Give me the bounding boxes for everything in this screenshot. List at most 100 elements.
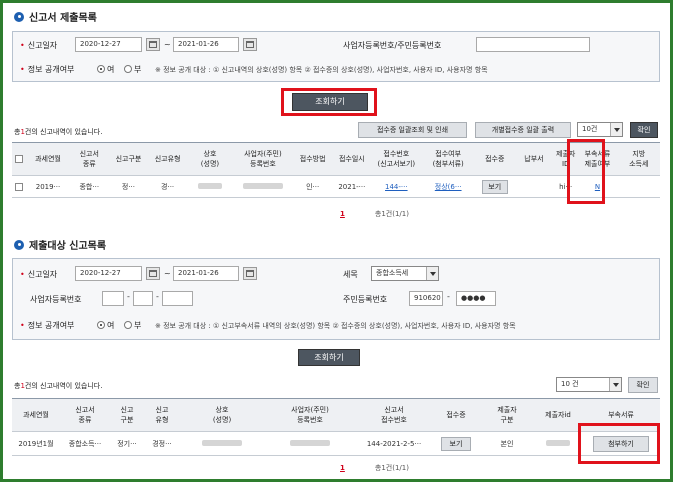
radio-yes[interactable]: 여 <box>97 64 114 75</box>
date-separator: ~ <box>164 40 171 49</box>
col-header: 과세연월 <box>12 398 60 432</box>
highlight-box <box>281 88 377 116</box>
cell-name-redacted <box>180 431 264 456</box>
status-link[interactable]: 정상(6··· <box>435 183 462 191</box>
col-header: 과세연월 <box>26 142 70 176</box>
date-from-input[interactable]: 2020-12-27 <box>75 266 142 281</box>
page-size-select[interactable]: 10건 <box>577 122 623 137</box>
calendar-icon[interactable] <box>243 267 257 280</box>
cell-period: 2019년1월 <box>12 431 60 456</box>
cell-bizno-redacted <box>232 175 294 198</box>
cell-receipt-no: 144-2021-2-5··· <box>356 431 432 456</box>
date-to-input[interactable]: 2021-01-26 <box>173 37 239 52</box>
cell-payment <box>513 175 555 198</box>
col-header: 접수증 <box>475 142 514 176</box>
receipt-no-link[interactable]: 144-··· <box>385 183 408 191</box>
cell-type: 종합소득··· <box>60 431 110 456</box>
select-all-checkbox[interactable] <box>12 142 27 176</box>
search-button[interactable]: 조회하기 <box>298 349 360 366</box>
section2-title: 제출대상 신고목록 <box>14 237 106 252</box>
cell-bizno-redacted <box>264 431 356 456</box>
pager: 1 총1건(1/1) <box>340 464 409 472</box>
cell-division: 정··· <box>109 175 148 198</box>
result-count: 총1건의 신고내역이 있습니다. <box>14 382 103 390</box>
cell-status[interactable]: 정상(6··· <box>420 175 476 198</box>
cell-receipt: 보기 <box>475 175 514 198</box>
bizno-input[interactable] <box>476 37 590 52</box>
col-header: 신고유형 <box>147 142 188 176</box>
col-header: 사업자(주민) 등록번호 <box>232 142 294 176</box>
radio-icon[interactable] <box>124 321 132 329</box>
radio-no[interactable]: 부 <box>124 64 141 75</box>
col-header: 상호 (성명) <box>187 142 233 176</box>
page-link-current[interactable]: 1 <box>340 464 345 472</box>
bulk-print-button[interactable]: 접수증 일괄조회 및 인쇄 <box>358 122 467 138</box>
chevron-down-icon[interactable] <box>610 123 622 136</box>
confirm-button[interactable]: 확인 <box>630 122 658 138</box>
radio-selected-icon[interactable] <box>97 321 105 329</box>
cell-period: 2019··· <box>26 175 70 198</box>
col-header: 제출자id <box>534 398 582 432</box>
date-from-input[interactable]: 2020-12-27 <box>75 37 142 52</box>
redacted-mask <box>290 439 330 446</box>
radio-no[interactable]: 부 <box>124 320 141 331</box>
target-table: 과세연월 신고서 종류 신고 구분 신고 유형 상호 (성명) 사업자(주민) … <box>12 398 660 456</box>
confirm-button[interactable]: 확인 <box>628 377 658 393</box>
radio-icon[interactable] <box>124 65 132 73</box>
table-row: 2019년1월 종합소득··· 정기··· 경정··· 144-2021-2-5… <box>12 431 660 456</box>
col-header: 접수방법 <box>293 142 332 176</box>
page-size-select[interactable]: 10 건 <box>556 377 622 392</box>
rrn-separator: - <box>447 292 450 301</box>
date-separator: ~ <box>164 269 171 278</box>
pager: 1 총1건(1/1) <box>340 210 409 218</box>
redacted-mask <box>546 439 570 446</box>
bullet-icon <box>14 11 24 22</box>
chevron-down-icon[interactable] <box>609 378 621 391</box>
radio-yes[interactable]: 여 <box>97 320 114 331</box>
receipt-view-button[interactable]: 보기 <box>441 436 471 451</box>
cell-kind: 경··· <box>147 175 188 198</box>
chevron-down-icon[interactable] <box>426 267 438 280</box>
highlight-box <box>578 423 660 464</box>
calendar-icon[interactable] <box>243 38 257 51</box>
col-header: 상호 (성명) <box>180 398 264 432</box>
col-header: 신고 구분 <box>110 398 144 432</box>
calendar-icon[interactable] <box>146 267 160 280</box>
rrn-back-input[interactable]: ●●●● <box>456 291 496 306</box>
disclose-notice: ※ 정보 공개 대상 : ① 신고부속서류 내역의 상호(성명) 항목 ② 접수… <box>155 322 516 330</box>
individual-print-button[interactable]: 개별접수증 일괄 출력 <box>475 122 571 138</box>
radio-selected-icon[interactable] <box>97 65 105 73</box>
rrn-front-input[interactable]: 910620 <box>409 291 443 306</box>
checkbox-icon[interactable] <box>15 155 24 163</box>
cell-submitter-type: 본인 <box>480 431 534 456</box>
period-label: • 신고일자 <box>20 41 58 50</box>
cell-receipt-no[interactable]: 144-··· <box>371 175 421 198</box>
row-checkbox[interactable] <box>12 175 27 198</box>
submission-table: 과세연월 신고서 종류 신고구분 신고유형 상호 (성명) 사업자(주민) 등록… <box>12 142 660 198</box>
receipt-view-button[interactable]: 보기 <box>481 179 508 194</box>
date-to-input[interactable]: 2021-01-26 <box>173 266 239 281</box>
bizno-input-1[interactable] <box>102 291 124 306</box>
col-header: 신고서 종류 <box>69 142 110 176</box>
bizno-separator: - <box>127 292 130 301</box>
tax-select[interactable]: 종합소득세 <box>371 266 439 281</box>
table-header-row: 과세연월 신고서 종류 신고구분 신고유형 상호 (성명) 사업자(주민) 등록… <box>12 142 660 176</box>
checkbox-icon[interactable] <box>15 182 24 191</box>
tax-label: 세목 <box>343 270 358 279</box>
bizno-input-2[interactable] <box>133 291 153 306</box>
calendar-icon[interactable] <box>146 38 160 51</box>
redacted-mask <box>197 182 222 189</box>
bizno-input-3[interactable] <box>162 291 193 306</box>
col-header: 신고 유형 <box>144 398 180 432</box>
page-link-current[interactable]: 1 <box>340 210 345 218</box>
col-header: 납부서 <box>513 142 555 176</box>
bizno-label: 사업자등록번호 <box>30 295 82 304</box>
redacted-mask <box>242 182 283 189</box>
col-header: 신고구분 <box>109 142 148 176</box>
disclose-label: • 정보 공개여부 <box>20 321 75 330</box>
bullet-icon <box>14 239 24 250</box>
rrn-label: 주민등록번호 <box>343 295 388 304</box>
cell-datetime: 2021-··· <box>331 175 372 198</box>
bizno-label: 사업자등록번호/주민등록번호 <box>343 41 442 50</box>
disclose-label: • 정보 공개여부 <box>20 65 75 74</box>
